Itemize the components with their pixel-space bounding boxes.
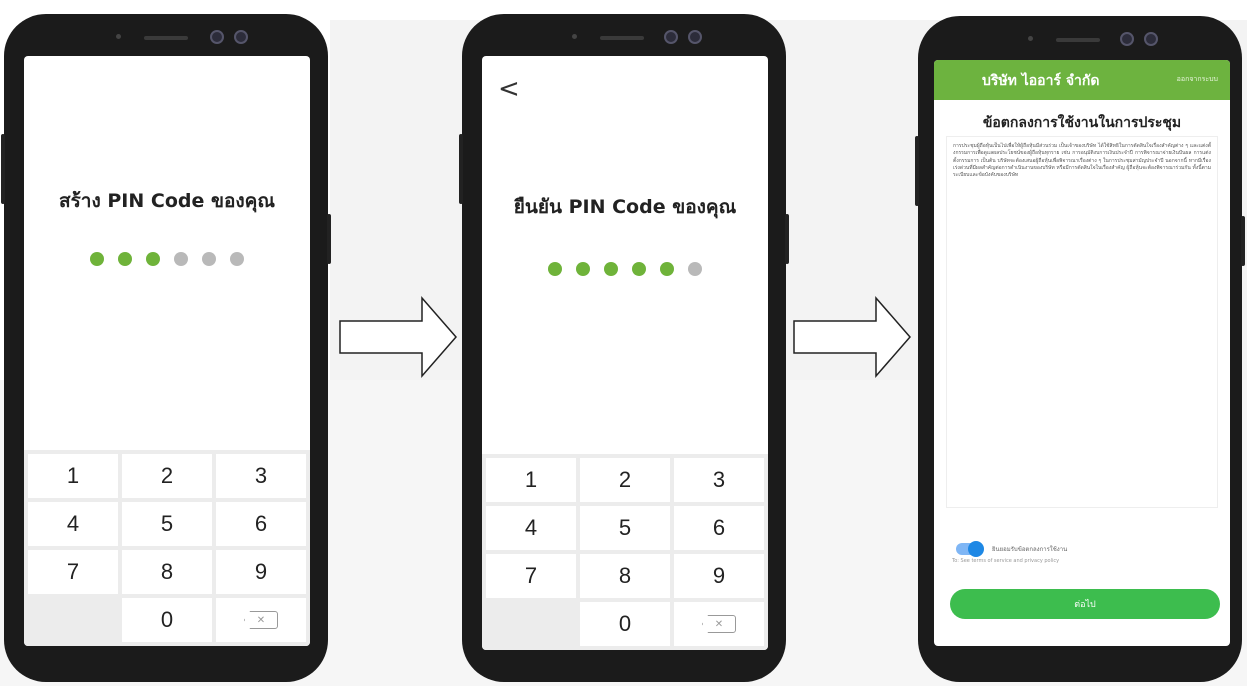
screen-confirm-pin: < ยืนยัน PIN Code ของคุณ 1 2 3 4 5 6 7 8 9 0 ✕ (482, 56, 768, 650)
pin-dot (174, 252, 188, 266)
camera-icon (1120, 32, 1134, 46)
toggle-knob (968, 541, 984, 557)
keypad-key-9[interactable]: 9 (216, 550, 306, 594)
keypad-key-8[interactable]: 8 (122, 550, 212, 594)
keypad-key-8[interactable]: 8 (580, 554, 670, 598)
phone-top (462, 14, 786, 54)
pin-dot (688, 262, 702, 276)
pin-dots (24, 252, 310, 266)
phone-top (918, 16, 1242, 56)
speaker-grille (600, 36, 644, 40)
speaker-grille (144, 36, 188, 40)
keypad-key-7[interactable]: 7 (486, 554, 576, 598)
app-header: บริษัท ไออาร์ จำกัด ออกจากระบบ (934, 60, 1230, 100)
toggle-label: ยินยอมรับข้อตกลงการใช้งาน (992, 546, 1068, 553)
delete-key-icon[interactable]: ✕ (674, 602, 764, 646)
keypad-key-6[interactable]: 6 (216, 502, 306, 546)
policy-link[interactable]: To: See terms of service and privacy pol… (952, 558, 1059, 564)
keypad-key-5[interactable]: 5 (580, 506, 670, 550)
side-button (1, 134, 5, 204)
sensor-dot (116, 34, 121, 39)
toggle-switch-icon[interactable] (956, 541, 984, 557)
keypad-key-2[interactable]: 2 (580, 458, 670, 502)
keypad-key-7[interactable]: 7 (28, 550, 118, 594)
company-name: บริษัท ไออาร์ จำกัด (982, 73, 1100, 89)
phone-top (4, 14, 328, 54)
pin-dot (632, 262, 646, 276)
pin-dot (548, 262, 562, 276)
pin-dot (118, 252, 132, 266)
side-button (1241, 216, 1245, 266)
speaker-grille (1056, 38, 1100, 42)
side-button (327, 214, 331, 264)
keypad-key-9[interactable]: 9 (674, 554, 764, 598)
camera-icon (664, 30, 678, 44)
next-button[interactable]: ต่อไป (950, 589, 1220, 619)
keypad-key-4[interactable]: 4 (486, 506, 576, 550)
phone-3: บริษัท ไออาร์ จำกัด ออกจากระบบ ข้อตกลงกา… (915, 16, 1245, 682)
sensor-dot (1028, 36, 1033, 41)
keypad-key-2[interactable]: 2 (122, 454, 212, 498)
side-button (459, 134, 463, 204)
camera-icon (1144, 32, 1158, 46)
keypad-key-0[interactable]: 0 (122, 598, 212, 642)
keypad-key-3[interactable]: 3 (674, 458, 764, 502)
terms-title: ข้อตกลงการใช้งานในการประชุม (982, 115, 1182, 131)
right-arrow-icon (339, 296, 457, 378)
keypad-key-1[interactable]: 1 (28, 454, 118, 498)
side-button (915, 136, 919, 206)
page-title: ยืนยัน PIN Code ของคุณ (513, 196, 737, 218)
keypad-blank (28, 598, 118, 642)
pin-dot (230, 252, 244, 266)
pin-dot (604, 262, 618, 276)
keypad-key-0[interactable]: 0 (580, 602, 670, 646)
side-button (785, 214, 789, 264)
camera-icon (688, 30, 702, 44)
logout-link[interactable]: ออกจากระบบ (1177, 74, 1218, 85)
pin-dot (90, 252, 104, 266)
phone-2: < ยืนยัน PIN Code ของคุณ 1 2 3 4 5 6 7 8 9 0 ✕ (459, 14, 789, 682)
delete-key-glyph: ✕ (702, 615, 736, 633)
keypad-blank (486, 602, 576, 646)
keypad-key-1[interactable]: 1 (486, 458, 576, 502)
keypad-key-5[interactable]: 5 (122, 502, 212, 546)
number-keypad: 1 2 3 4 5 6 7 8 9 0 ✕ (24, 450, 310, 646)
screen-create-pin: สร้าง PIN Code ของคุณ 1 2 3 4 5 6 7 8 9 0 ✕ (24, 56, 310, 646)
delete-key-glyph: ✕ (244, 611, 278, 629)
terms-body: การประชุมผู้ถือหุ้นเป็นไปเพื่อให้ผู้ถือห… (953, 143, 1211, 179)
keypad-key-3[interactable]: 3 (216, 454, 306, 498)
right-arrow-icon (793, 296, 911, 378)
delete-key-icon[interactable]: ✕ (216, 598, 306, 642)
pin-dot (660, 262, 674, 276)
screen-terms: บริษัท ไออาร์ จำกัด ออกจากระบบ ข้อตกลงกา… (934, 60, 1230, 646)
camera-icon (210, 30, 224, 44)
keypad-key-4[interactable]: 4 (28, 502, 118, 546)
keypad-key-6[interactable]: 6 (674, 506, 764, 550)
pin-dots (482, 262, 768, 276)
terms-scroll-box[interactable]: การประชุมผู้ถือหุ้นเป็นไปเพื่อให้ผู้ถือห… (946, 136, 1218, 508)
pin-dot (576, 262, 590, 276)
pin-dot (202, 252, 216, 266)
back-chevron-icon[interactable]: < (498, 74, 520, 104)
phone-1: สร้าง PIN Code ของคุณ 1 2 3 4 5 6 7 8 9 0 ✕ (1, 14, 331, 682)
sensor-dot (572, 34, 577, 39)
number-keypad: 1 2 3 4 5 6 7 8 9 0 ✕ (482, 454, 768, 650)
pin-dot (146, 252, 160, 266)
camera-icon (234, 30, 248, 44)
page-title: สร้าง PIN Code ของคุณ (59, 190, 275, 212)
